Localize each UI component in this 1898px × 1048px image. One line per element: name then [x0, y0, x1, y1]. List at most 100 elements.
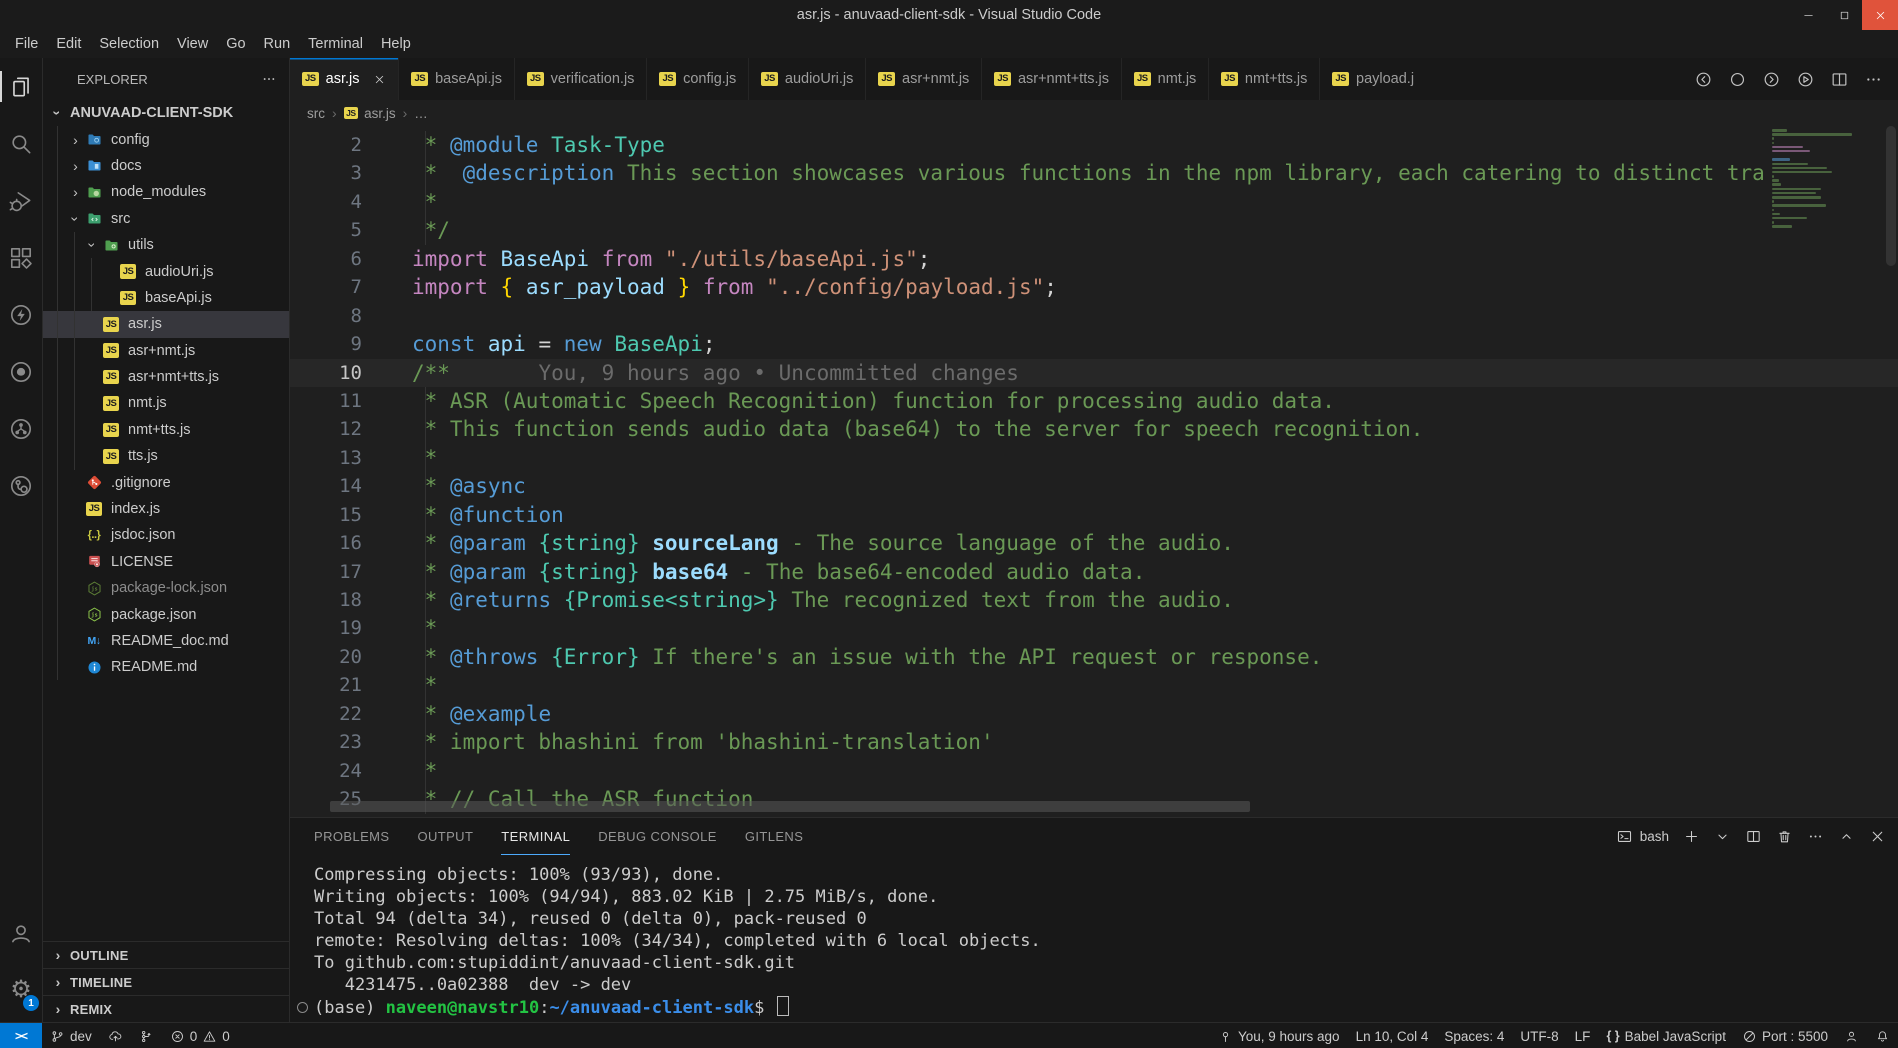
- vertical-scrollbar[interactable]: [1886, 126, 1896, 266]
- activity-extensions[interactable]: [0, 229, 42, 286]
- line-number[interactable]: 7: [290, 273, 378, 301]
- status-encoding[interactable]: UTF-8: [1512, 1023, 1566, 1048]
- tree-item-asr-nmt-js[interactable]: JSasr+nmt.js: [43, 338, 289, 364]
- panel-tab-output[interactable]: OUTPUT: [417, 818, 473, 855]
- code-line-13[interactable]: 13 *: [290, 444, 1898, 472]
- tab-audiouri-js[interactable]: JSaudioUri.js: [749, 58, 866, 100]
- section-timeline[interactable]: ›TIMELINE: [43, 968, 289, 995]
- code-line-12[interactable]: 12 * This function sends audio data (bas…: [290, 415, 1898, 443]
- menu-terminal[interactable]: Terminal: [299, 33, 372, 55]
- activity-explorer[interactable]: [0, 58, 42, 115]
- code-line-11[interactable]: 11 * ASR (Automatic Speech Recognition) …: [290, 387, 1898, 415]
- code-editor[interactable]: 2 * @module Task-Type3 * @description Th…: [290, 126, 1898, 817]
- line-number[interactable]: 11: [290, 387, 378, 415]
- line-number[interactable]: 16: [290, 529, 378, 557]
- status-notifications[interactable]: [1867, 1023, 1898, 1048]
- line-number[interactable]: 22: [290, 700, 378, 728]
- status-live-server-port[interactable]: Port : 5500: [1734, 1023, 1836, 1048]
- code-line-2[interactable]: 2 * @module Task-Type: [290, 131, 1898, 159]
- activity-gitlens[interactable]: [0, 457, 42, 514]
- code-line-3[interactable]: 3 * @description This section showcases …: [290, 159, 1898, 187]
- horizontal-scrollbar[interactable]: [330, 801, 1250, 812]
- close-button[interactable]: [1862, 0, 1898, 30]
- split-terminal-icon[interactable]: [1745, 828, 1762, 845]
- menu-view[interactable]: View: [168, 33, 217, 55]
- terminal-output[interactable]: Compressing objects: 100% (93/93), done.…: [290, 854, 1898, 1022]
- code-line-22[interactable]: 22 * @example: [290, 700, 1898, 728]
- line-number[interactable]: 12: [290, 415, 378, 443]
- menu-edit[interactable]: Edit: [47, 33, 90, 55]
- line-number[interactable]: 18: [290, 586, 378, 614]
- minimap[interactable]: [1772, 129, 1854, 230]
- menu-help[interactable]: Help: [372, 33, 420, 55]
- code-line-9[interactable]: 9const api = new BaseApi;: [290, 330, 1898, 358]
- tree-item-jsdoc-json[interactable]: {..}jsdoc.json: [43, 522, 289, 548]
- nav-forward-icon[interactable]: [1762, 70, 1781, 89]
- tab-nmt-js[interactable]: JSnmt.js: [1122, 58, 1209, 100]
- tree-item-package-json[interactable]: jspackage.json: [43, 601, 289, 627]
- tab-asr-nmt-tts-js[interactable]: JSasr+nmt+tts.js: [982, 58, 1122, 100]
- code-line-24[interactable]: 24 *: [290, 757, 1898, 785]
- maximize-button[interactable]: [1826, 0, 1862, 30]
- code-line-16[interactable]: 16 * @param {string} sourceLang - The so…: [290, 529, 1898, 557]
- status-source-control-graph[interactable]: [131, 1023, 162, 1048]
- code-line-18[interactable]: 18 * @returns {Promise<string>} The reco…: [290, 586, 1898, 614]
- close-panel-icon[interactable]: [1869, 828, 1886, 845]
- tree-item-node-modules[interactable]: ›node_modules: [43, 179, 289, 205]
- panel-tab-problems[interactable]: PROBLEMS: [314, 818, 389, 855]
- code-line-10[interactable]: 10/** You, 9 hours ago • Uncommitted cha…: [290, 359, 1898, 387]
- breadcrumb-item[interactable]: …: [414, 106, 428, 121]
- code-line-23[interactable]: 23 * import bhashini from 'bhashini-tran…: [290, 728, 1898, 756]
- activity-thunder-client[interactable]: [0, 286, 42, 343]
- code-line-20[interactable]: 20 * @throws {Error} If there's an issue…: [290, 643, 1898, 671]
- tab-asr-nmt-js[interactable]: JSasr+nmt.js: [866, 58, 982, 100]
- status-remote[interactable]: ><: [0, 1023, 42, 1048]
- command-decoration[interactable]: [297, 1002, 308, 1013]
- tree-item-license[interactable]: LICENSE: [43, 549, 289, 575]
- status-cursor-position[interactable]: Ln 10, Col 4: [1348, 1023, 1437, 1048]
- code-line-5[interactable]: 5 */: [290, 216, 1898, 244]
- menu-selection[interactable]: Selection: [90, 33, 168, 55]
- status-eol[interactable]: LF: [1567, 1023, 1599, 1048]
- more-icon[interactable]: [1807, 828, 1824, 845]
- line-number[interactable]: 10: [290, 359, 378, 387]
- tree-item-readme-md[interactable]: README.md: [43, 654, 289, 680]
- tab-nmt-tts-js[interactable]: JSnmt+tts.js: [1209, 58, 1320, 100]
- status-language-mode[interactable]: { }Babel JavaScript: [1598, 1023, 1734, 1048]
- menu-go[interactable]: Go: [217, 33, 254, 55]
- tree-item-docs[interactable]: ›docs: [43, 153, 289, 179]
- status-problems[interactable]: 00: [162, 1023, 238, 1048]
- more-actions-icon[interactable]: [1864, 70, 1883, 89]
- status-feedback[interactable]: [1836, 1023, 1867, 1048]
- nav-dot-icon[interactable]: [1728, 70, 1747, 89]
- activity-run-debug[interactable]: [0, 172, 42, 229]
- code-line-8[interactable]: 8: [290, 302, 1898, 330]
- tab-verification-js[interactable]: JSverification.js: [515, 58, 647, 100]
- line-number[interactable]: 14: [290, 472, 378, 500]
- line-number[interactable]: 24: [290, 757, 378, 785]
- tree-item-tts-js[interactable]: JStts.js: [43, 443, 289, 469]
- maximize-panel-icon[interactable]: [1838, 828, 1855, 845]
- line-number[interactable]: 5: [290, 216, 378, 244]
- status-indentation[interactable]: Spaces: 4: [1436, 1023, 1512, 1048]
- tab-config-js[interactable]: JSconfig.js: [647, 58, 749, 100]
- line-number[interactable]: 13: [290, 444, 378, 472]
- nav-back-icon[interactable]: [1694, 70, 1713, 89]
- tree-root[interactable]: › ANUVAAD-CLIENT-SDK: [43, 100, 289, 126]
- kill-terminal-icon[interactable]: [1776, 828, 1793, 845]
- line-number[interactable]: 6: [290, 245, 378, 273]
- code-line-21[interactable]: 21 *: [290, 671, 1898, 699]
- activity-live-share[interactable]: [0, 343, 42, 400]
- line-number[interactable]: 9: [290, 330, 378, 358]
- panel-tab-gitlens[interactable]: GITLENS: [745, 818, 803, 855]
- tree-item--gitignore[interactable]: .gitignore: [43, 469, 289, 495]
- tree-item-config[interactable]: ›config: [43, 126, 289, 152]
- breadcrumb-item[interactable]: src: [307, 106, 325, 121]
- tree-item-package-lock-json[interactable]: jspackage-lock.json: [43, 575, 289, 601]
- code-line-15[interactable]: 15 * @function: [290, 501, 1898, 529]
- line-number[interactable]: 21: [290, 671, 378, 699]
- tree-item-src[interactable]: ›src: [43, 206, 289, 232]
- tree-item-asr-nmt-tts-js[interactable]: JSasr+nmt+tts.js: [43, 364, 289, 390]
- activity-search[interactable]: [0, 115, 42, 172]
- code-line-17[interactable]: 17 * @param {string} base64 - The base64…: [290, 558, 1898, 586]
